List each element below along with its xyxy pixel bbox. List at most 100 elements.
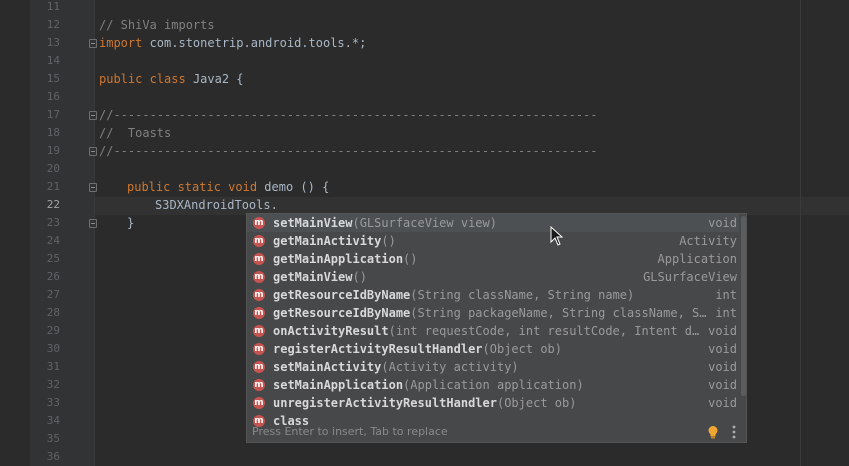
completion-item[interactable]: m getMainActivity() Activity — [247, 232, 739, 250]
completion-item[interactable]: m unregisterActivityResultHandler(Object … — [247, 394, 739, 412]
lightbulb-icon[interactable] — [706, 425, 720, 439]
line-number: 17 — [46, 108, 60, 121]
keyword: public static void — [127, 180, 258, 194]
completion-item-name: getMainApplication() — [273, 250, 418, 268]
method-name: onActivityResult — [273, 324, 389, 338]
line-number: 14 — [46, 54, 60, 67]
line-number: 30 — [46, 342, 60, 355]
completion-item-name: getMainActivity() — [273, 232, 396, 250]
completion-item-name: getResourceIdByName(String className, St… — [273, 286, 634, 304]
method-name: setMainActivity — [273, 360, 382, 374]
line-number: 18 — [46, 126, 60, 139]
return-type: void — [708, 360, 737, 374]
code-line-18: // Toasts — [99, 126, 172, 140]
completion-item[interactable]: m getMainApplication() Application — [247, 250, 739, 268]
more-vertical-icon[interactable] — [731, 424, 737, 440]
method-name: getMainApplication — [273, 252, 404, 266]
line-number: 31 — [46, 360, 60, 373]
keyword: import — [99, 36, 143, 50]
completion-item[interactable]: m setMainApplication(Application applicat… — [247, 376, 739, 394]
completion-item[interactable]: m setMainView(GLSurfaceView view) void — [247, 214, 739, 232]
completion-item-name: unregisterActivityResultHandler(Object o… — [273, 394, 576, 412]
line-number: 21 — [46, 180, 60, 193]
import-path: com.stonetrip.android.tools.*; — [142, 36, 367, 50]
completion-item[interactable]: m onActivityResult(int requestCode, int r… — [247, 322, 739, 340]
method-icon: m — [253, 235, 265, 247]
code-line-13: import com.stonetrip.android.tools.*; — [99, 34, 366, 52]
code-line-19: //--------------------------------------… — [99, 144, 598, 158]
method-signature: demo () { — [257, 180, 330, 194]
completion-item[interactable]: m getResourceIdByName(String className, S… — [247, 286, 739, 304]
method-name: getResourceIdByName — [273, 306, 411, 320]
method-icon: m — [253, 361, 265, 373]
keyword: public — [99, 72, 143, 86]
return-type: void — [708, 324, 737, 338]
method-name: getMainView — [273, 270, 353, 284]
line-number: 34 — [46, 414, 60, 427]
code-line-23: } — [127, 216, 135, 230]
line-number: 27 — [46, 288, 60, 301]
fold-marker-icon[interactable] — [89, 111, 97, 120]
completion-scrollbar[interactable] — [741, 216, 746, 396]
return-type: void — [708, 378, 737, 392]
line-number: 20 — [46, 162, 60, 175]
completion-item[interactable]: m registerActivityResultHandler(Object ob… — [247, 340, 739, 358]
code-completion-popup[interactable]: m setMainView(GLSurfaceView view) void m get… — [246, 213, 747, 443]
code-line-12: // ShiVa imports — [99, 18, 215, 32]
method-params: (Activity activity) — [381, 360, 519, 374]
return-type: void — [708, 396, 737, 410]
method-params: (GLSurfaceView view) — [352, 216, 497, 230]
fold-marker-icon[interactable] — [89, 147, 97, 156]
method-params: (Application application) — [403, 378, 584, 392]
fold-marker-icon[interactable] — [89, 219, 97, 228]
left-tool-strip — [0, 0, 30, 466]
method-icon: m — [253, 307, 265, 319]
method-params: (String className, String name) — [410, 288, 635, 302]
completion-item[interactable]: m setMainActivity(Activity activity) void — [247, 358, 739, 376]
right-margin-guide — [800, 0, 801, 466]
method-params: (Object ob) — [482, 342, 562, 356]
return-type: GLSurfaceView — [643, 270, 737, 284]
completion-item-name: setMainView(GLSurfaceView view) — [273, 214, 497, 232]
method-icon: m — [253, 325, 265, 337]
line-number: 33 — [46, 396, 60, 409]
method-icon: m — [253, 253, 265, 265]
line-number: 23 — [46, 216, 60, 229]
method-icon: m — [253, 289, 265, 301]
completion-hint: Press Enter to insert, Tab to replace — [252, 425, 448, 438]
method-name: setMainApplication — [273, 378, 404, 392]
line-number: 19 — [46, 144, 60, 157]
class-name: Java2 { — [185, 72, 244, 86]
method-name: getResourceIdByName — [273, 288, 411, 302]
completion-item[interactable]: m getResourceIdByName(String packageName,… — [247, 304, 739, 322]
completion-item[interactable]: m getMainView() GLSurfaceView — [247, 268, 739, 286]
method-params: (int requestCode, int resultCode, Intent… — [388, 324, 700, 338]
line-number: 15 — [46, 72, 60, 85]
code-line-17: //--------------------------------------… — [99, 108, 598, 122]
completion-item-name: registerActivityResultHandler(Object ob) — [273, 340, 562, 358]
method-icon: m — [253, 343, 265, 355]
fold-marker-icon[interactable] — [89, 39, 97, 48]
completion-item-name: setMainApplication(Application applicati… — [273, 376, 584, 394]
line-number: 24 — [46, 234, 60, 247]
line-number: 26 — [46, 270, 60, 283]
method-name: registerActivityResultHandler — [273, 342, 483, 356]
line-number: 32 — [46, 378, 60, 391]
return-type: void — [708, 216, 737, 230]
line-number: 28 — [46, 306, 60, 319]
completion-item-name: getResourceIdByName(String packageName, … — [273, 304, 707, 322]
fold-marker-icon[interactable] — [89, 183, 97, 192]
method-params: () — [381, 234, 396, 248]
completion-item-name: setMainActivity(Activity activity) — [273, 358, 519, 376]
method-name: setMainView — [273, 216, 353, 230]
code-line-15: public class Java2 { — [99, 70, 244, 88]
line-number: 29 — [46, 324, 60, 337]
code-line-22: S3DXAndroidTools. — [155, 198, 278, 212]
return-type: void — [708, 342, 737, 356]
method-name: unregisterActivityResultHandler — [273, 396, 497, 410]
return-type: Activity — [679, 234, 737, 248]
keyword: class — [142, 72, 186, 86]
completion-item-name: onActivityResult(int requestCode, int re… — [273, 322, 699, 340]
completion-item-name: getMainView() — [273, 268, 367, 286]
method-icon: m — [253, 271, 265, 283]
